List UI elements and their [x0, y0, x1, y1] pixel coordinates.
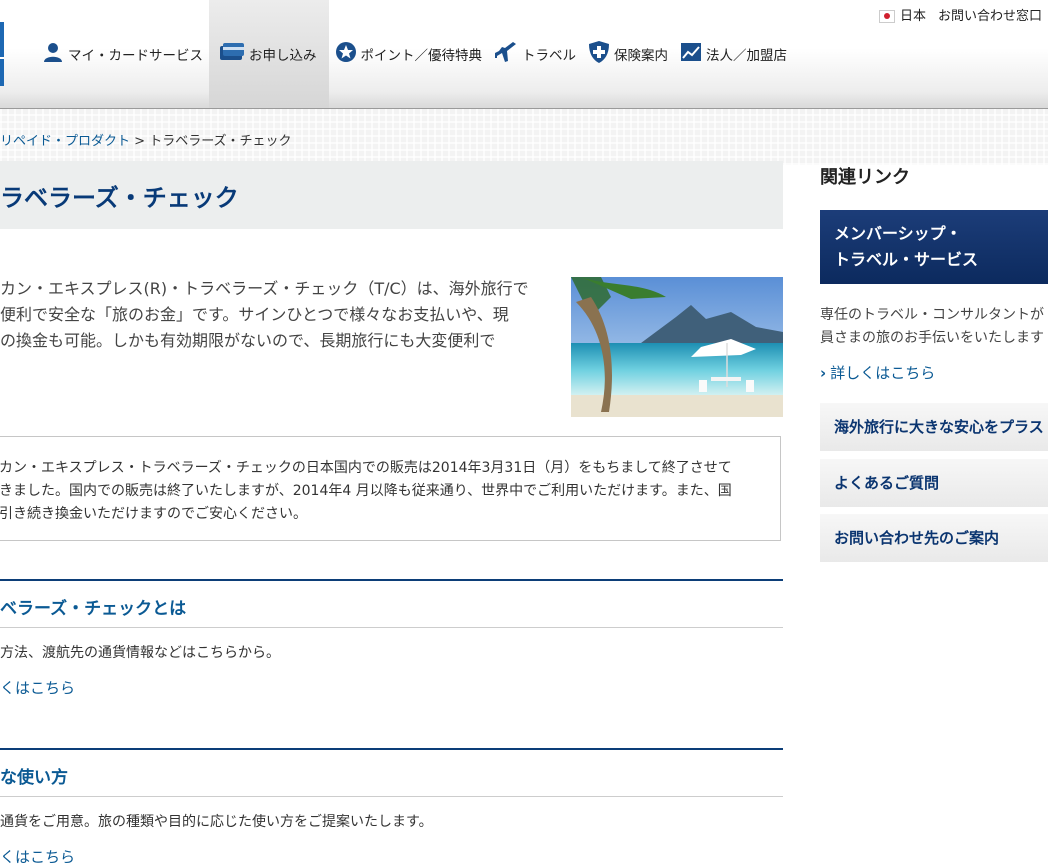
- brand-logo[interactable]: [0, 22, 4, 86]
- shield-cross-icon: [588, 40, 610, 68]
- sidebar-more-link[interactable]: › 詳しくはこちら: [820, 362, 935, 383]
- breadcrumb-link[interactable]: リペイド・プロダクト: [0, 134, 130, 149]
- nav-travel[interactable]: トラベル: [488, 0, 582, 108]
- nav-insurance[interactable]: 保険案内: [582, 0, 674, 108]
- section-more-link[interactable]: くはこちら: [0, 846, 75, 867]
- nav-apply[interactable]: お申し込み: [209, 0, 329, 108]
- sidebar-link-faq[interactable]: よくあるご質問: [820, 459, 1048, 507]
- sidebar-description: 専任のトラベル・コンサルタントが 員さまの旅のお手伝いをいたします: [820, 307, 1044, 346]
- star-badge-icon: [335, 41, 357, 67]
- section-heading: な使い方: [0, 768, 68, 788]
- page-title: ラベラーズ・チェック: [0, 184, 239, 212]
- contact-link[interactable]: お問い合わせ窓口: [938, 5, 1042, 24]
- section-more-link[interactable]: くはこちら: [0, 677, 75, 698]
- membership-travel-service-banner[interactable]: メンバーシップ・ トラベル・サービス: [820, 210, 1048, 284]
- chevron-right-icon: ›: [820, 364, 827, 382]
- airplane-icon: [494, 41, 518, 67]
- country-selector[interactable]: 日本: [878, 5, 926, 24]
- breadcrumb: リペイド・プロダクト > トラベラーズ・チェック: [0, 130, 292, 149]
- card-icon: [219, 42, 245, 66]
- nav-my-card-service[interactable]: マイ・カードサービス: [36, 0, 209, 108]
- breadcrumb-current: トラベラーズ・チェック: [149, 134, 292, 149]
- notice-text: カン・エキスプレス・トラベラーズ・チェックの日本国内での販売は2014年3月31…: [0, 460, 732, 522]
- section-divider: [0, 796, 783, 797]
- section-rule: [0, 579, 783, 581]
- japan-flag-icon: [878, 10, 895, 23]
- sidebar-link-contact-info[interactable]: お問い合わせ先のご案内: [820, 514, 1048, 562]
- chart-icon: [680, 42, 702, 66]
- global-header: 日本 お問い合わせ窓口 マイ・カードサービス お申し込み ポイント／優待特典 ト…: [0, 0, 1048, 109]
- section-heading: ベラーズ・チェックとは: [0, 599, 187, 619]
- person-icon: [42, 41, 64, 67]
- beach-photo: [571, 277, 783, 417]
- section-rule: [0, 748, 783, 750]
- sidebar-title: 関連リンク: [820, 167, 910, 188]
- section-description: 方法、渡航先の通貨情報などはこちらから。: [0, 645, 280, 661]
- nav-business-merchants[interactable]: 法人／加盟店: [674, 0, 793, 108]
- notice-box: カン・エキスプレス・トラベラーズ・チェックの日本国内での販売は2014年3月31…: [0, 436, 781, 541]
- utility-links: 日本 お問い合わせ窓口: [878, 5, 1042, 24]
- section-description: 通貨をご用意。旅の種類や目的に応じた使い方をご提案いたします。: [0, 814, 433, 830]
- breadcrumb-separator: >: [134, 134, 146, 149]
- main-nav: マイ・カードサービス お申し込み ポイント／優待特典 トラベル 保険案内 法人／…: [36, 0, 793, 108]
- section-divider: [0, 627, 783, 628]
- nav-points-benefits[interactable]: ポイント／優待特典: [329, 0, 489, 108]
- sidebar-link-overseas-travel-peace[interactable]: 海外旅行に大きな安心をプラス: [820, 403, 1048, 451]
- intro-text: カン・エキスプレス(R)・トラベラーズ・チェック（T/C）は、海外旅行で 便利で…: [0, 279, 529, 350]
